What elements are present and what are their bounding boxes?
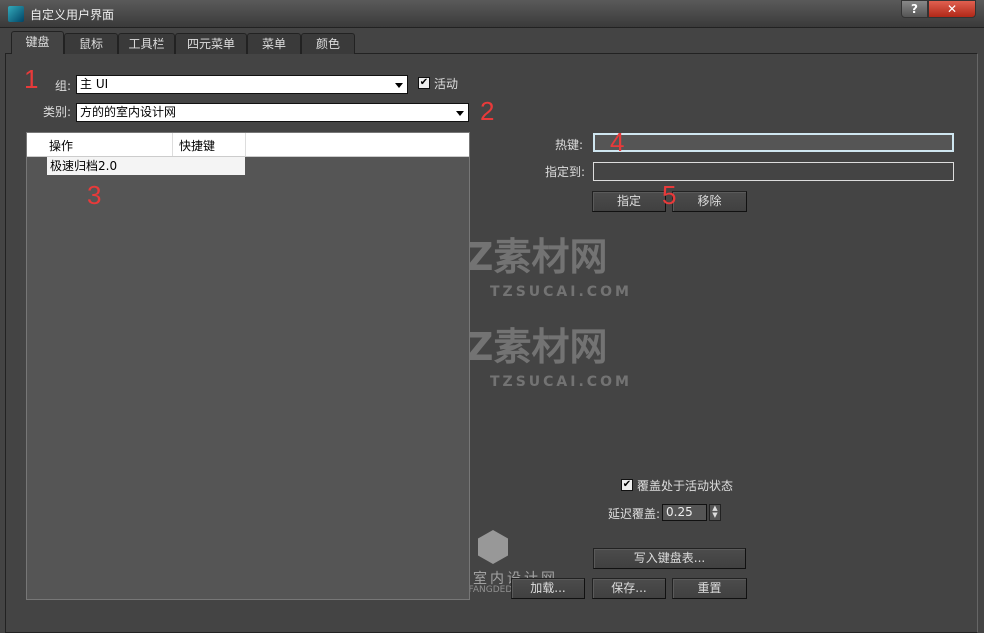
help-button[interactable]: ? (901, 0, 928, 18)
list-item[interactable]: 极速归档2.0 (47, 157, 245, 175)
tab-mouse[interactable]: 鼠标 (64, 33, 118, 54)
delay-override-input[interactable]: 0.25 (662, 504, 707, 521)
tab-color[interactable]: 颜色 (301, 33, 355, 54)
tab-quad-menu[interactable]: 四元菜单 (175, 33, 247, 54)
save-button[interactable]: 保存... (592, 578, 666, 599)
category-label: 类别: (43, 105, 72, 119)
title-bar: 自定义用户界面 ? ✕ (0, 0, 984, 28)
group-dropdown[interactable]: 主 UI (76, 75, 408, 94)
annotation-2: 2 (480, 96, 495, 126)
column-header-action[interactable]: 操作 (49, 137, 73, 154)
watermark-tz-url: TZSUCAI.COM (490, 374, 632, 390)
group-label: 组: (55, 79, 72, 93)
load-button[interactable]: 加载... (511, 578, 585, 599)
category-dropdown[interactable]: 方的的室内设计网 (76, 103, 469, 122)
window-title: 自定义用户界面 (30, 8, 115, 22)
assigned-to-field[interactable] (593, 162, 954, 181)
annotation-1: 1 (24, 64, 39, 94)
tab-toolbar[interactable]: 工具栏 (118, 33, 175, 54)
annotation-4: 4 (610, 127, 625, 157)
watermark-tz-url: TZSUCAI.COM (490, 284, 632, 300)
group-value: 主 UI (80, 77, 109, 91)
remove-button[interactable]: 移除 (672, 191, 747, 212)
delay-spinner-arrows[interactable]: ▲ ▼ (709, 504, 721, 521)
active-label: 活动 (434, 77, 459, 91)
tab-menu[interactable]: 菜单 (247, 33, 301, 54)
reset-button[interactable]: 重置 (672, 578, 747, 599)
chevron-down-icon (456, 111, 464, 116)
write-keyboard-chart-button[interactable]: 写入键盘表... (593, 548, 746, 569)
app-icon (8, 6, 24, 22)
override-active-checkbox[interactable]: ✔ (621, 479, 633, 491)
action-name: 极速归档2.0 (50, 159, 118, 173)
annotation-3: 3 (87, 180, 102, 210)
active-checkbox[interactable]: ✔ (418, 77, 430, 89)
annotation-5: 5 (662, 180, 677, 210)
chevron-down-icon (395, 83, 403, 88)
assigned-to-label: 指定到: (545, 165, 586, 179)
tab-keyboard[interactable]: 键盘 (11, 31, 64, 54)
hotkey-input[interactable] (593, 133, 954, 152)
list-header: 操作 快捷键 (27, 133, 469, 157)
close-button[interactable]: ✕ (928, 0, 976, 18)
override-active-label: 覆盖处于活动状态 (637, 479, 734, 493)
hotkey-label: 热键: (555, 138, 584, 152)
category-value: 方的的室内设计网 (80, 105, 177, 119)
assign-button[interactable]: 指定 (592, 191, 666, 212)
delay-override-label: 延迟覆盖: (608, 507, 661, 521)
column-header-shortcut[interactable]: 快捷键 (172, 133, 246, 156)
